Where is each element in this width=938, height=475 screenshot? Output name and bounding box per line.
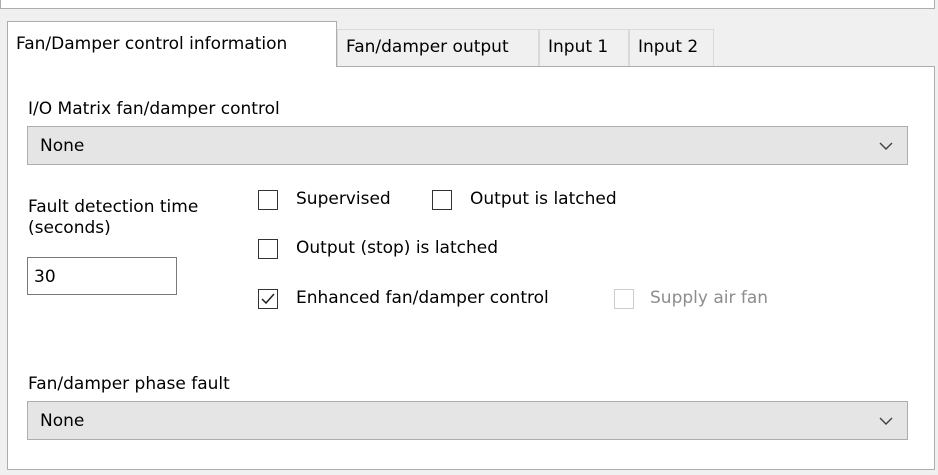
io-matrix-label: I/O Matrix fan/damper control [28,99,280,119]
tab-input-1[interactable]: Input 1 [539,29,629,66]
enhanced-control-label: Enhanced fan/damper control [296,288,549,308]
tab-fan-damper-output[interactable]: Fan/damper output [337,29,539,66]
enhanced-control-checkbox[interactable] [258,289,278,309]
supervised-checkbox[interactable] [258,190,278,210]
output-latched-label: Output is latched [470,189,617,209]
dialog-root: Fan/Damper control information Fan/dampe… [0,0,938,475]
phase-fault-selected-value: None [40,411,85,431]
fault-detection-label-line1: Fault detection time [28,197,199,217]
supply-air-fan-checkbox[interactable] [614,289,634,309]
tab-label: Input 2 [638,37,699,57]
tab-label: Fan/Damper control information [16,34,288,54]
supply-air-fan-label: Supply air fan [650,288,769,308]
supervised-label: Supervised [296,189,391,209]
tab-label: Input 1 [548,37,609,57]
output-stop-latched-label: Output (stop) is latched [296,238,498,258]
fault-detection-time-input[interactable]: 30 [27,257,177,295]
checkmark-icon [261,293,275,305]
io-matrix-selected-value: None [40,136,85,156]
chevron-down-icon [879,417,893,425]
phase-fault-dropdown[interactable]: None [27,401,908,440]
output-stop-latched-checkbox[interactable] [258,239,278,259]
fault-detection-label-line2: (seconds) [28,218,111,238]
tab-fan-damper-control-information[interactable]: Fan/Damper control information [7,21,337,67]
phase-fault-label: Fan/damper phase fault [28,374,230,394]
output-latched-checkbox[interactable] [432,190,452,210]
chevron-down-icon [879,142,893,150]
fault-detection-time-value: 30 [34,267,56,287]
tab-input-2[interactable]: Input 2 [629,29,714,66]
outer-frame [0,0,935,9]
tab-label: Fan/damper output [346,37,509,57]
io-matrix-dropdown[interactable]: None [27,126,908,165]
